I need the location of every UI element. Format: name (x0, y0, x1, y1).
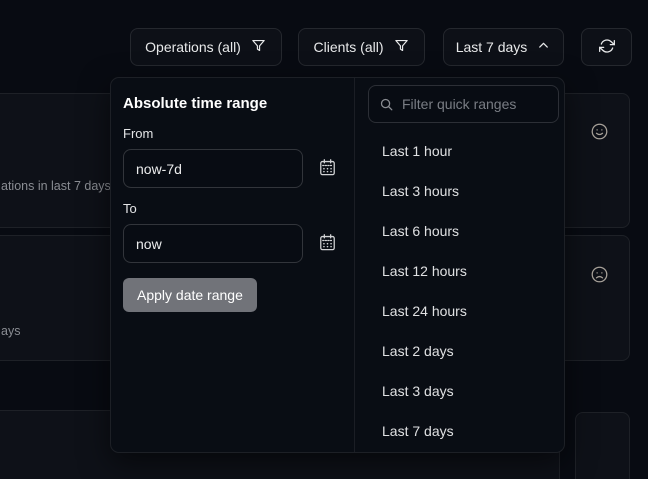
calendar-icon (318, 240, 337, 255)
stat-card-caption: ations in last 7 days (1, 179, 111, 193)
time-range-button[interactable]: Last 7 days (443, 28, 564, 66)
to-input[interactable] (123, 224, 303, 263)
operations-filter-label: Operations (all) (145, 39, 241, 55)
clients-filter-label: Clients (all) (313, 39, 383, 55)
quick-option-last-7-days[interactable]: Last 7 days (355, 411, 566, 451)
quick-range-filter-input[interactable] (402, 96, 548, 112)
quick-option-last-6-hours[interactable]: Last 6 hours (355, 211, 566, 251)
refresh-button[interactable] (581, 28, 632, 66)
filter-funnel-icon (393, 37, 410, 57)
bottom-right-card (575, 412, 630, 479)
quick-option-last-3-hours[interactable]: Last 3 hours (355, 171, 566, 211)
apply-date-range-button[interactable]: Apply date range (123, 278, 257, 312)
from-calendar-button[interactable] (316, 158, 338, 180)
stat-card-caption: ays (1, 324, 20, 338)
quick-option-last-12-hours[interactable]: Last 12 hours (355, 251, 566, 291)
quick-option-last-24-hours[interactable]: Last 24 hours (355, 291, 566, 331)
search-icon (379, 97, 394, 112)
frown-face-icon (590, 265, 609, 284)
time-range-label: Last 7 days (456, 39, 528, 55)
to-label: To (123, 201, 137, 216)
refresh-icon (599, 38, 615, 57)
operations-filter-button[interactable]: Operations (all) (130, 28, 282, 66)
from-input[interactable] (123, 149, 303, 188)
smiley-face-icon (590, 122, 609, 141)
quick-option-last-1-hour[interactable]: Last 1 hour (355, 131, 566, 171)
dashboard-screen: ations in last 7 days ays Operations (al… (0, 0, 648, 479)
from-label: From (123, 126, 153, 141)
quick-option-last-2-days[interactable]: Last 2 days (355, 331, 566, 371)
to-calendar-button[interactable] (316, 233, 338, 255)
quick-range-search (368, 85, 559, 123)
filter-funnel-icon (250, 37, 267, 57)
quick-option-last-3-days[interactable]: Last 3 days (355, 371, 566, 411)
time-picker-panel: Absolute time range From To (110, 77, 565, 453)
calendar-icon (318, 165, 337, 180)
clients-filter-button[interactable]: Clients (all) (298, 28, 425, 66)
absolute-range-title: Absolute time range (123, 95, 267, 112)
chevron-up-icon (536, 38, 551, 56)
